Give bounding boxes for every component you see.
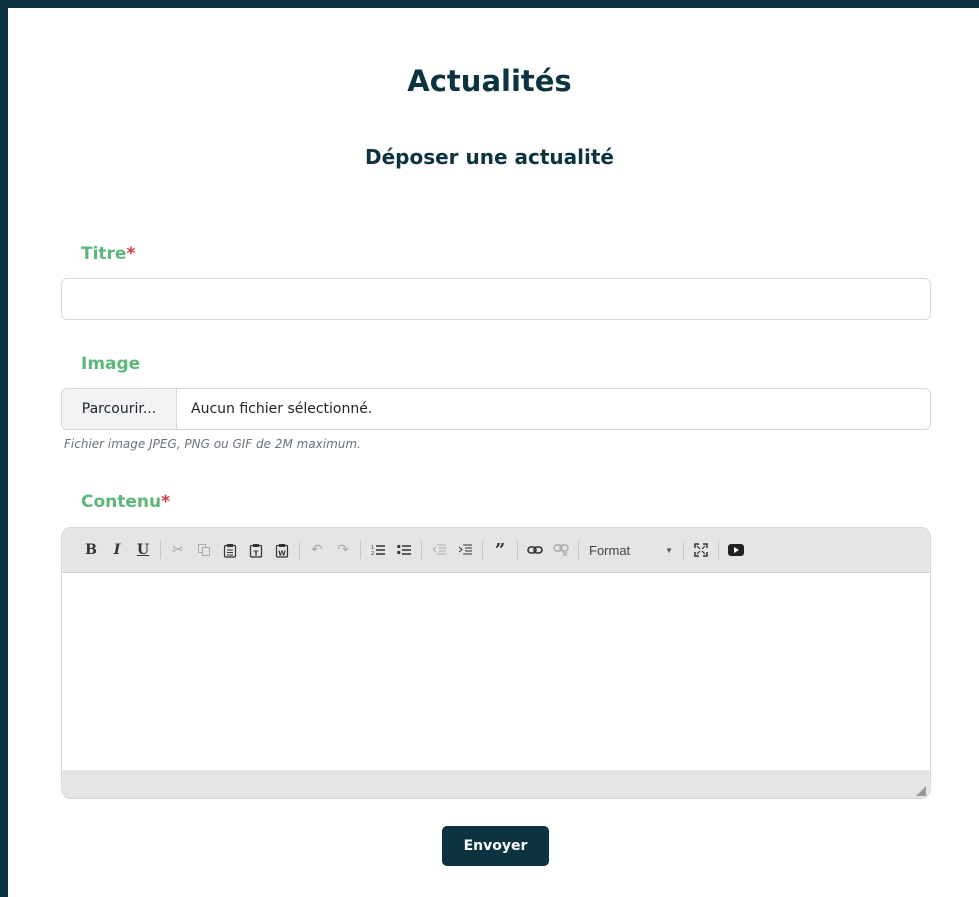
resize-handle-icon[interactable] <box>916 786 926 796</box>
chevron-down-icon: ▼ <box>665 545 673 555</box>
svg-text:W: W <box>278 549 286 557</box>
toolbar-separator <box>578 541 579 559</box>
submit-button[interactable]: Envoyer <box>442 826 549 866</box>
redo-icon[interactable]: ↷ <box>330 537 356 563</box>
svg-text:2: 2 <box>371 551 374 556</box>
paste-icon[interactable] <box>217 537 243 563</box>
toolbar-separator <box>718 541 719 559</box>
underline-icon[interactable]: U <box>130 537 156 563</box>
paste-word-icon[interactable]: W <box>269 537 295 563</box>
editor-content-area[interactable] <box>62 573 930 770</box>
image-label-text: Image <box>81 354 141 374</box>
image-file-input[interactable]: Parcourir... Aucun fichier sélectionné. <box>61 388 931 430</box>
link-icon[interactable] <box>522 537 548 563</box>
maximize-icon[interactable] <box>688 537 714 563</box>
paste-text-icon[interactable]: T <box>243 537 269 563</box>
required-mark: * <box>161 492 171 512</box>
required-mark: * <box>126 244 136 264</box>
editor-toolbar: B I U ✂ T W ↶ ↷ 12 ” Format ▼ <box>62 528 930 573</box>
title-label-text: Titre <box>81 244 127 264</box>
page-title: Actualités <box>407 64 572 98</box>
toolbar-separator <box>517 541 518 559</box>
rich-text-editor: B I U ✂ T W ↶ ↷ 12 ” Format ▼ <box>61 527 931 799</box>
title-input[interactable] <box>61 278 931 320</box>
toolbar-separator <box>160 541 161 559</box>
youtube-icon[interactable] <box>723 537 749 563</box>
copy-icon[interactable] <box>191 537 217 563</box>
svg-text:T: T <box>254 549 259 557</box>
format-dropdown[interactable]: Format ▼ <box>583 537 679 563</box>
browse-button[interactable]: Parcourir... <box>62 389 177 429</box>
blockquote-icon[interactable]: ” <box>487 537 513 563</box>
format-dropdown-label: Format <box>589 542 631 558</box>
italic-icon[interactable]: I <box>104 537 130 563</box>
toolbar-separator <box>482 541 483 559</box>
file-hint: Fichier image JPEG, PNG ou GIF de 2M max… <box>64 437 361 451</box>
file-status: Aucun fichier sélectionné. <box>191 401 373 417</box>
cut-icon[interactable]: ✂ <box>165 537 191 563</box>
toolbar-separator <box>683 541 684 559</box>
image-label: Image <box>81 354 140 374</box>
toolbar-separator <box>360 541 361 559</box>
undo-icon[interactable]: ↶ <box>304 537 330 563</box>
content-label-text: Contenu <box>81 492 162 512</box>
outdent-icon[interactable] <box>426 537 452 563</box>
indent-icon[interactable] <box>452 537 478 563</box>
toolbar-separator <box>421 541 422 559</box>
title-label: Titre* <box>81 244 135 264</box>
unlink-icon[interactable] <box>548 537 574 563</box>
bulleted-list-icon[interactable] <box>391 537 417 563</box>
numbered-list-icon[interactable]: 12 <box>365 537 391 563</box>
editor-statusbar <box>62 770 930 798</box>
page-subtitle: Déposer une actualité <box>364 145 614 169</box>
toolbar-separator <box>299 541 300 559</box>
content-label: Contenu* <box>81 492 170 512</box>
bold-icon[interactable]: B <box>78 537 104 563</box>
